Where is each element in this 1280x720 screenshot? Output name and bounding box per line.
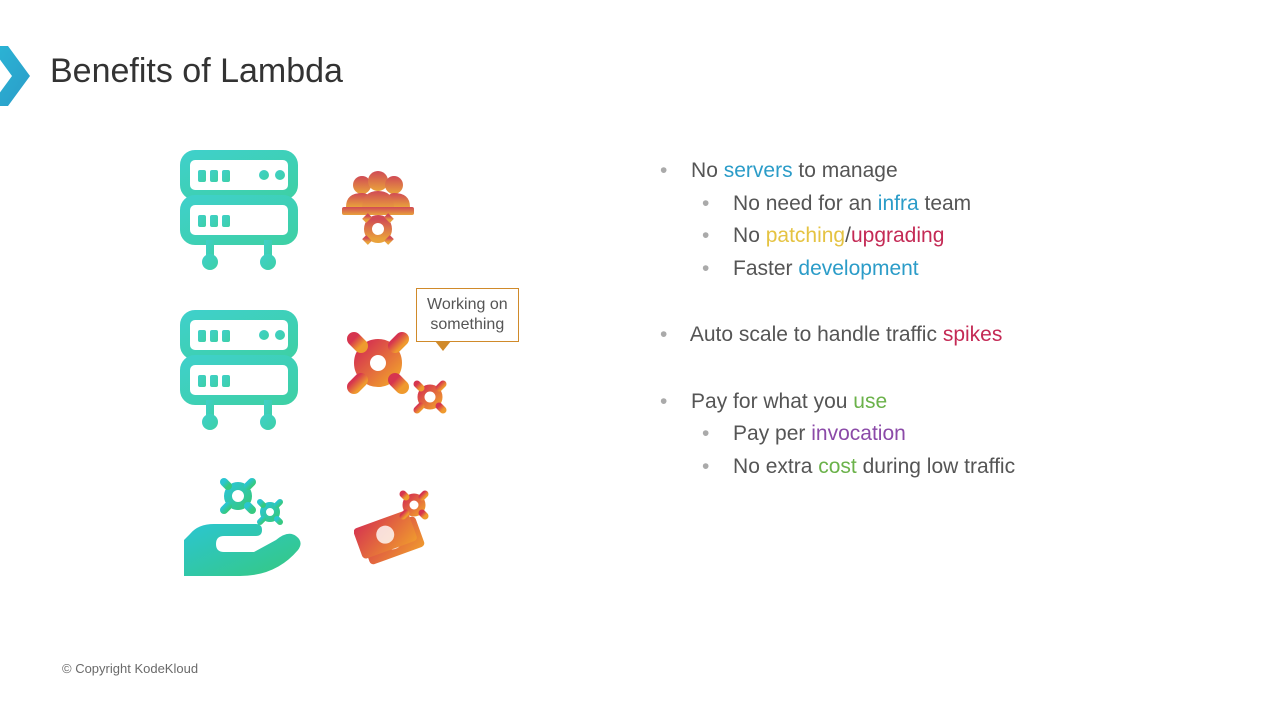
text: Auto scale to handle traffic [690,323,943,346]
text: during low traffic [857,455,1015,478]
text: No [733,224,766,247]
row-autoscale: Working onsomething [180,310,600,430]
text: No need for an [733,192,878,215]
server-rack-icon [180,150,298,270]
row-no-servers [180,150,600,270]
server-rack-icon [180,310,298,430]
text: to manage [793,159,898,182]
highlight: use [853,390,887,413]
bullet-patching: No patching/upgrading [702,220,1220,253]
bullet-no-servers: No servers to manage [660,155,1220,188]
slide-title: Benefits of Lambda [50,52,343,91]
hand-gears-icon [180,470,308,580]
bullet-infra-team: No need for an infra team [702,188,1220,221]
bullet-autoscale: Auto scale to handle traffic spikes [660,319,1220,352]
highlight: patching [766,224,845,247]
text: team [919,192,972,215]
highlight: servers [724,159,793,182]
corner-chevron-icon [0,46,30,111]
highlight: infra [878,192,919,215]
speech-bubble: Working onsomething [416,288,519,342]
highlight: spikes [943,323,1003,346]
team-gear-icon [338,171,418,249]
bullet-pay-per-invocation: Pay per invocation [702,418,1220,451]
row-pay-for-use [180,470,600,580]
bullet-development: Faster development [702,253,1220,286]
bullet-no-extra-cost: No extra cost during low traffic [702,451,1220,484]
highlight: upgrading [851,224,944,247]
bullet-list: No servers to manage No need for an infr… [660,155,1220,483]
highlight: cost [818,455,857,478]
text: No [691,159,724,182]
text: Pay per [733,422,811,445]
speech-text: Working onsomething [427,296,508,333]
text: No extra [733,455,818,478]
highlight: development [798,257,918,280]
text: Pay for what you [691,390,853,413]
graphic-column: Working onsomething [180,150,600,620]
highlight: invocation [811,422,906,445]
money-gear-icon [354,485,438,565]
bullet-pay-for-use: Pay for what you use [660,386,1220,419]
copyright-footer: © Copyright KodeKloud [62,661,198,676]
text: Faster [733,257,798,280]
